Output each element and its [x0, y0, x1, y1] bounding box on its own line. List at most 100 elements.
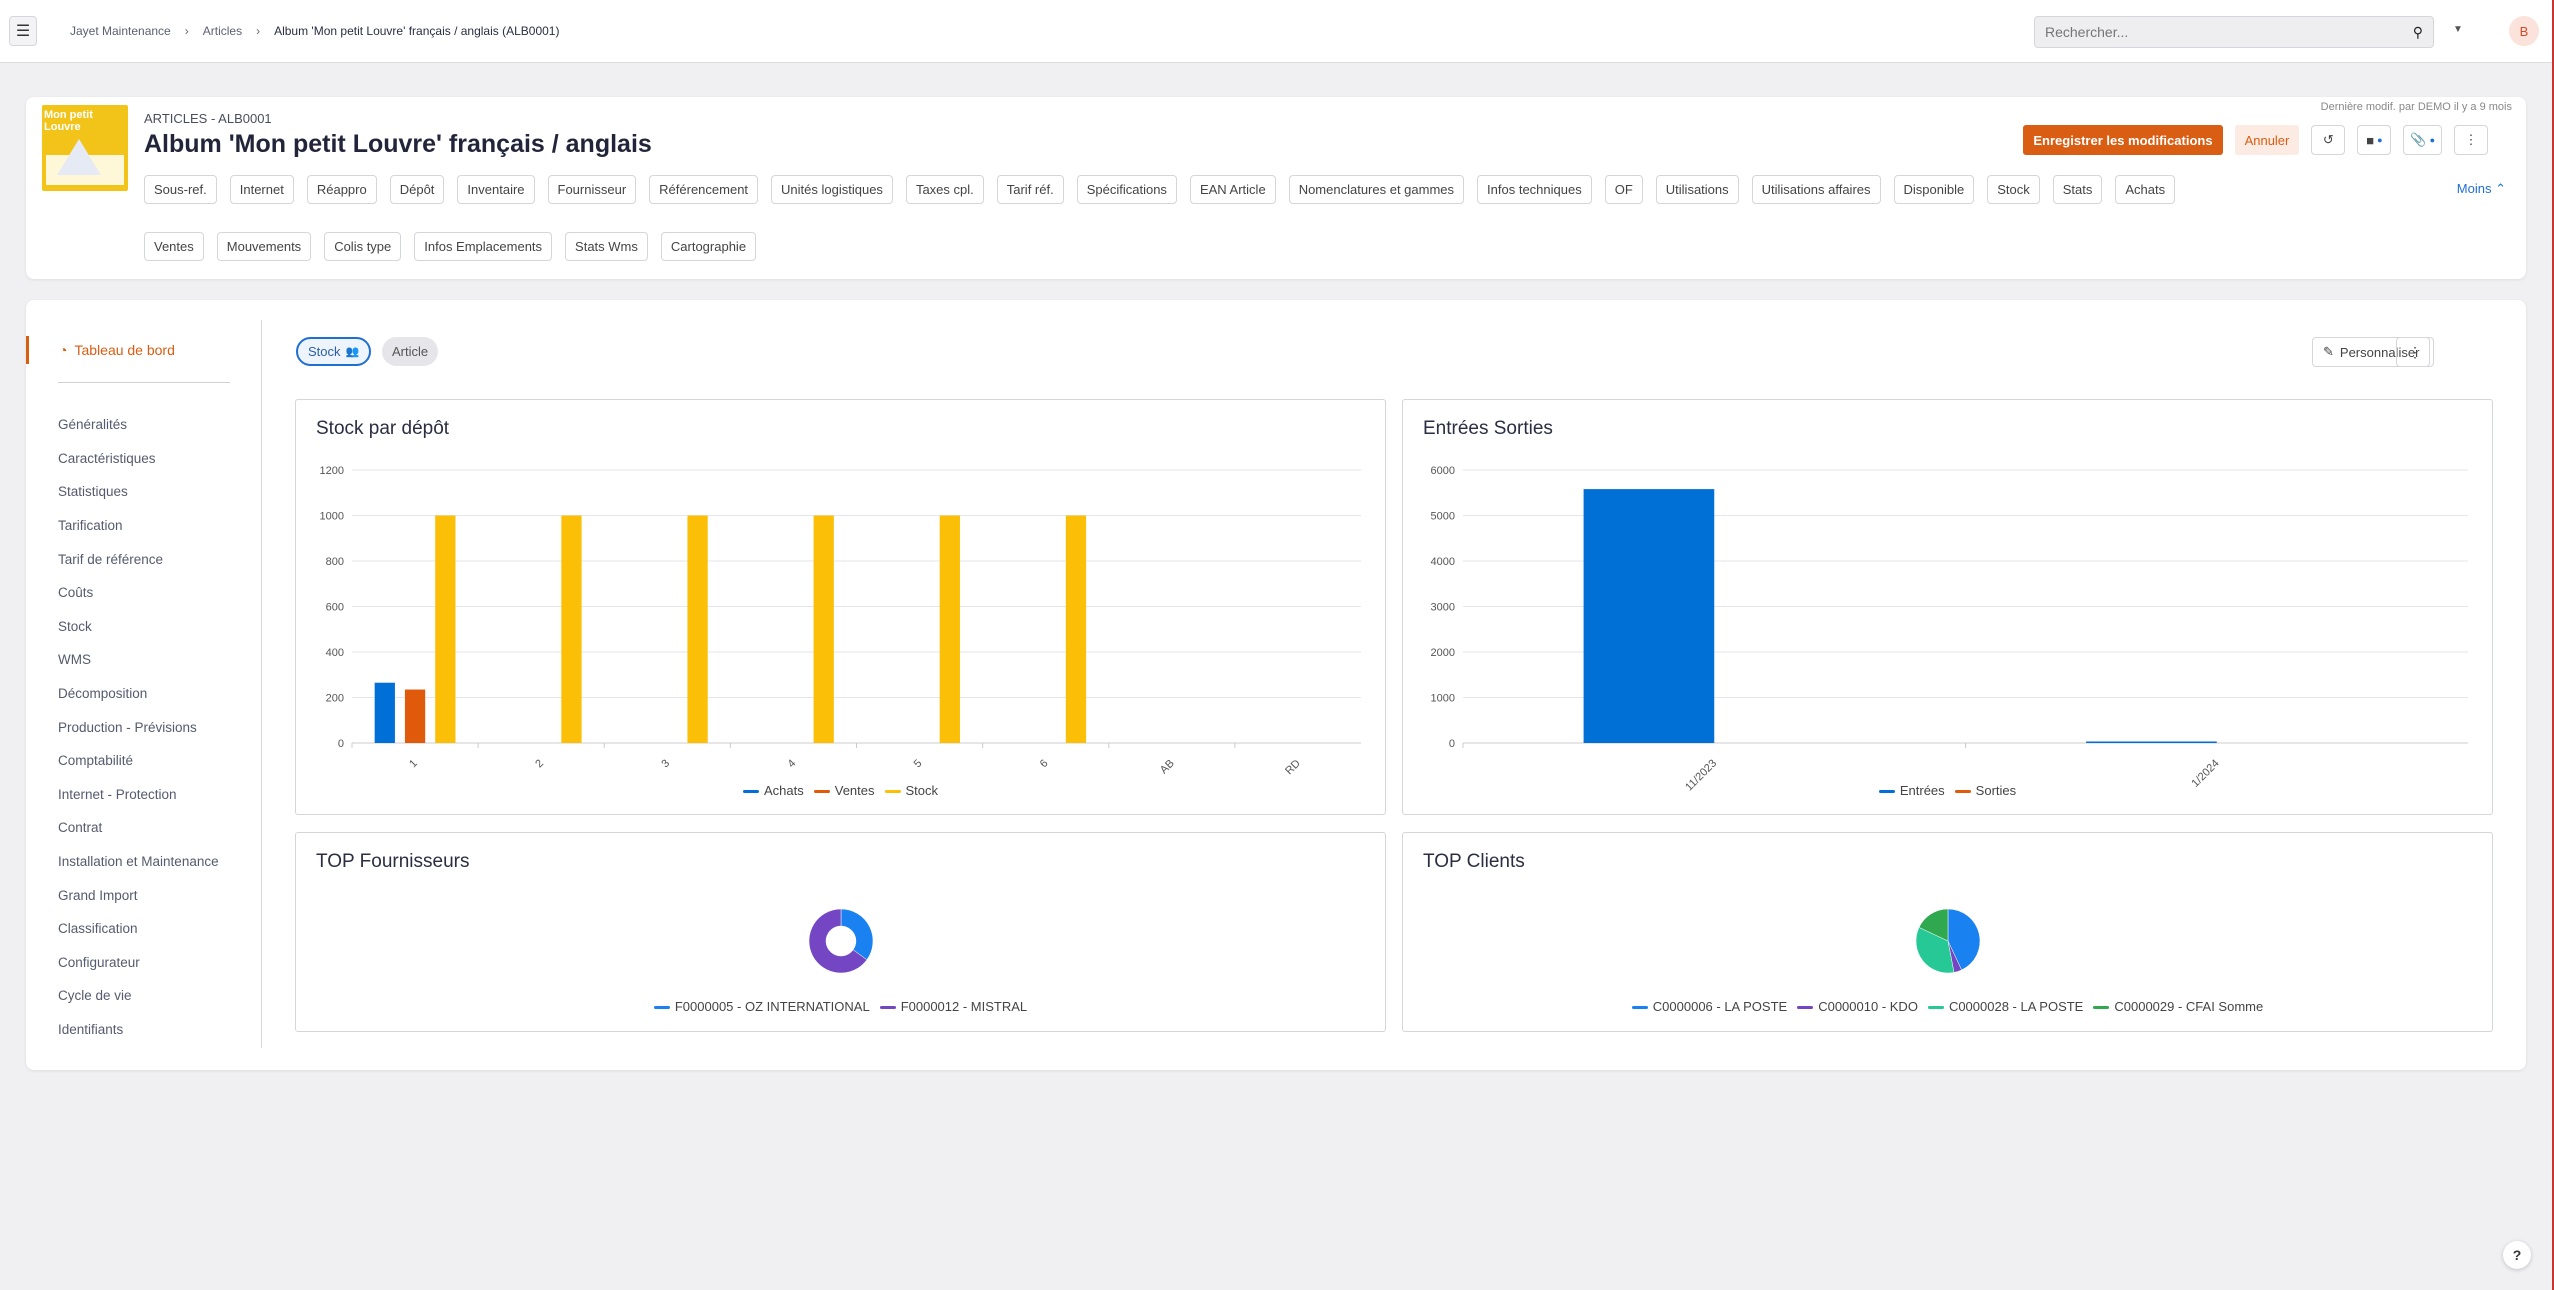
tab-disponible[interactable]: Disponible: [1893, 175, 1975, 204]
legend-item[interactable]: Sorties: [1954, 783, 2016, 798]
legend-item[interactable]: Entrées: [1878, 783, 1945, 798]
sidebar-item-decomposition[interactable]: Décomposition: [58, 677, 219, 711]
sidebar-item-tableau-de-bord[interactable]: ◔ Tableau de bord: [26, 336, 175, 364]
sidebar-item-generalites[interactable]: Généralités: [58, 408, 219, 442]
history-button[interactable]: ↺: [2311, 125, 2346, 155]
tab-colis-type[interactable]: Colis type: [324, 232, 402, 261]
sidebar-item-internet-protection[interactable]: Internet - Protection: [58, 778, 219, 812]
bar-achats: [374, 682, 395, 743]
search-input[interactable]: [2045, 24, 2385, 40]
legend-swatch: [1927, 1006, 1944, 1010]
tab-ean-article[interactable]: EAN Article: [1189, 175, 1276, 204]
sidebar-item-stock[interactable]: Stock: [58, 610, 219, 644]
tab-stats[interactable]: Stats: [2052, 175, 2103, 204]
sidebar-item-cycle-de-vie[interactable]: Cycle de vie: [58, 979, 219, 1013]
tab-sous-ref-[interactable]: Sous-ref.: [144, 175, 217, 204]
tab-sp-cifications[interactable]: Spécifications: [1076, 175, 1177, 204]
sidebar-item-wms[interactable]: WMS: [58, 643, 219, 677]
legend-item[interactable]: C0000006 - LA POSTE: [1631, 999, 1787, 1014]
save-button[interactable]: Enregistrer les modifications: [2023, 125, 2223, 155]
bar-ventes: [404, 689, 426, 743]
legend-item[interactable]: C0000029 - CFAI Somme: [2093, 999, 2263, 1014]
legend-label: Entrées: [1899, 783, 1945, 798]
sidebar-item-installation-et-maintenance[interactable]: Installation et Maintenance: [58, 845, 219, 879]
users-icon: 👥: [345, 346, 360, 358]
sidebar-item-comptabilite[interactable]: Comptabilité: [58, 744, 219, 778]
help-button[interactable]: ?: [2503, 1241, 2531, 1269]
legend-swatch: [2093, 1006, 2110, 1010]
sidebar-item-caracteristiques[interactable]: Caractéristiques: [58, 442, 219, 476]
tab-stats-wms[interactable]: Stats Wms: [565, 232, 648, 261]
caret-down-icon[interactable]: ▼: [2453, 24, 2463, 35]
tab-achats[interactable]: Achats: [2115, 175, 2176, 204]
dashboard-more-button[interactable]: ⋮: [2396, 337, 2434, 367]
chart-legend: Achats Ventes Stock: [296, 783, 1385, 798]
legend-item[interactable]: Ventes: [813, 783, 875, 798]
sidebar-item-couts[interactable]: Coûts: [58, 576, 219, 610]
legend-swatch: [653, 1006, 670, 1010]
hamburger-menu-button[interactable]: ☰: [9, 16, 37, 46]
more-options-button[interactable]: ⋮: [2454, 125, 2488, 155]
tab-tarif-r-f-[interactable]: Tarif réf.: [996, 175, 1064, 204]
sidebar-item-grand-import[interactable]: Grand Import: [58, 878, 219, 912]
show-less-button[interactable]: Moins ⌃: [2457, 181, 2506, 197]
legend-swatch: [1878, 790, 1895, 794]
legend-item[interactable]: Achats: [742, 783, 804, 798]
bar-stock: [435, 515, 456, 743]
tab-fournisseur[interactable]: Fournisseur: [547, 175, 637, 204]
tab-of[interactable]: OF: [1604, 175, 1643, 204]
x-tick-label: 2: [533, 757, 546, 770]
legend-item[interactable]: F0000012 - MISTRAL: [879, 999, 1027, 1014]
legend-label: Stock: [905, 783, 939, 798]
tab-infos-emplacements[interactable]: Infos Emplacements: [414, 232, 553, 261]
tab-stock[interactable]: Stock 👥: [296, 337, 372, 366]
tab-d-p-t[interactable]: Dépôt: [389, 175, 445, 204]
tab-article[interactable]: Article: [382, 337, 439, 366]
bar-stock: [687, 515, 708, 743]
legend-item[interactable]: C0000028 - LA POSTE: [1927, 999, 2084, 1014]
tab-internet[interactable]: Internet: [229, 175, 294, 204]
tab-infos-techniques[interactable]: Infos techniques: [1477, 175, 1592, 204]
y-tick-label: 0: [338, 738, 344, 750]
tab-ventes[interactable]: Ventes: [144, 232, 204, 261]
chart-legend: C0000006 - LA POSTE C0000010 - KDO C000002…: [1403, 999, 2492, 1014]
tab-utilisations-affaires[interactable]: Utilisations affaires: [1751, 175, 1881, 204]
tab-stock[interactable]: Stock: [1987, 175, 2040, 204]
bar-stock: [561, 515, 582, 743]
legend-item[interactable]: C0000010 - KDO: [1797, 999, 1918, 1014]
tab-inventaire[interactable]: Inventaire: [457, 175, 535, 204]
sidebar-item-identifiants[interactable]: Identifiants: [58, 1013, 219, 1047]
bar-entrées: [2086, 741, 2217, 743]
sidebar-item-tarification[interactable]: Tarification: [58, 509, 219, 543]
y-tick-label: 1200: [320, 465, 344, 477]
article-code: ARTICLES - ALB0001: [144, 111, 272, 126]
tab-taxes-cpl-[interactable]: Taxes cpl.: [905, 175, 984, 204]
legend-swatch: [884, 790, 901, 794]
tab-unit-s-logistiques[interactable]: Unités logistiques: [771, 175, 893, 204]
tab-nomenclatures-et-gammes[interactable]: Nomenclatures et gammes: [1288, 175, 1465, 204]
breadcrumb-item[interactable]: Jayet Maintenance: [70, 24, 171, 38]
legend-item[interactable]: F0000005 - OZ INTERNATIONAL: [653, 999, 870, 1014]
sidebar-item-tarif-de-reference[interactable]: Tarif de référence: [58, 542, 219, 576]
avatar[interactable]: B: [2509, 16, 2539, 46]
notes-button[interactable]: ■ ●: [2357, 125, 2392, 155]
tab-r-f-rencement[interactable]: Référencement: [649, 175, 759, 204]
tab-mouvements[interactable]: Mouvements: [216, 232, 312, 261]
tab-cartographie[interactable]: Cartographie: [660, 232, 757, 261]
tab-r-appro[interactable]: Réappro: [306, 175, 377, 204]
sidebar-item-classification[interactable]: Classification: [58, 912, 219, 946]
attachments-button[interactable]: 📎 ●: [2403, 125, 2442, 155]
legend-label: C0000028 - LA POSTE: [1948, 999, 2084, 1014]
sidebar-item-contrat[interactable]: Contrat: [58, 811, 219, 845]
breadcrumb-item[interactable]: Articles: [203, 24, 242, 38]
header-actions: Enregistrer les modifications Annuler ↺ …: [2023, 125, 2488, 155]
cancel-button[interactable]: Annuler: [2234, 125, 2300, 155]
search-icon[interactable]: ⚲: [2413, 24, 2423, 41]
legend-item[interactable]: Stock: [884, 783, 939, 798]
legend-label: C0000010 - KDO: [1818, 999, 1918, 1014]
tab-utilisations[interactable]: Utilisations: [1655, 175, 1739, 204]
sidebar-item-statistiques[interactable]: Statistiques: [58, 475, 219, 509]
legend-swatch: [1797, 1006, 1814, 1010]
sidebar-item-configurateur[interactable]: Configurateur: [58, 946, 219, 980]
sidebar-item-production-previsions[interactable]: Production - Prévisions: [58, 710, 219, 744]
